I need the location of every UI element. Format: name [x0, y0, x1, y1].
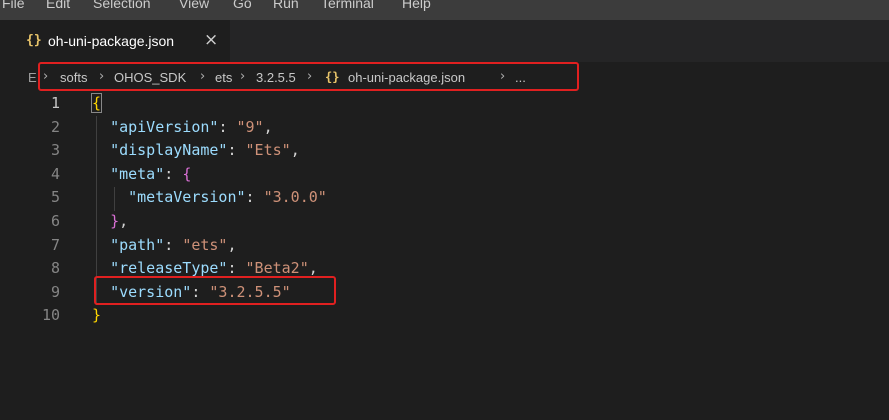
code-line[interactable]: "path": "ets",: [92, 234, 237, 258]
json-key: "metaVersion": [128, 188, 246, 207]
code-line[interactable]: "releaseType": "Beta2",: [92, 257, 318, 281]
json-braces-icon: {}: [26, 33, 42, 48]
json-bracket: {: [182, 164, 192, 183]
json-string-value: "ets": [182, 235, 228, 254]
json-punctuation: :: [227, 259, 246, 278]
json-key: "version": [110, 282, 192, 301]
chevron-right-icon: ›: [307, 69, 313, 84]
json-string-value: "9": [236, 117, 264, 136]
menu-selection[interactable]: Selection: [93, 0, 151, 13]
json-bracket: }: [92, 306, 102, 325]
line-number: 8: [50, 259, 60, 278]
json-braces-icon: {}: [325, 70, 340, 84]
line-number: 4: [50, 164, 60, 183]
line-number: 6: [50, 212, 60, 230]
tab-bar: {} oh-uni-package.json ×: [0, 20, 889, 62]
json-key: "meta": [110, 164, 165, 183]
menu-help[interactable]: Help: [402, 0, 431, 13]
breadcrumb-item-softs[interactable]: softs: [60, 70, 87, 86]
menu-bar: File Edit Selection View Go Run Terminal…: [0, 0, 889, 20]
menu-run[interactable]: Run: [273, 0, 299, 13]
code-line[interactable]: },: [92, 210, 128, 234]
line-number: 10: [41, 306, 60, 325]
chevron-right-icon: ›: [99, 69, 105, 84]
indent-guide: [96, 116, 97, 305]
breadcrumb-item-version[interactable]: 3.2.5.5: [256, 70, 296, 86]
code-line[interactable]: "meta": {: [92, 163, 191, 187]
json-punctuation: :: [218, 117, 237, 136]
breadcrumb-item-file[interactable]: oh-uni-package.json: [348, 70, 465, 86]
indent-guide: [114, 187, 115, 211]
line-number: 1: [50, 94, 60, 112]
json-key: "apiVersion": [110, 117, 219, 136]
breadcrumb-item-more[interactable]: ...: [515, 70, 526, 86]
json-string-value: "Ets": [245, 141, 291, 160]
line-number: 7: [50, 235, 60, 254]
close-icon[interactable]: ×: [204, 31, 218, 49]
json-punctuation: ,: [263, 117, 273, 136]
line-number: 9: [50, 282, 60, 301]
json-string-value: "3.0.0": [263, 188, 327, 207]
code-line[interactable]: "apiVersion": "9",: [92, 116, 273, 140]
code-line[interactable]: "version": "3.2.5.5": [92, 281, 291, 305]
line-number: 5: [50, 188, 60, 207]
json-punctuation: :: [191, 282, 210, 301]
code-line[interactable]: }: [92, 304, 101, 328]
breadcrumb-item-ohos-sdk[interactable]: OHOS_SDK: [114, 70, 186, 86]
code-line[interactable]: "displayName": "Ets",: [92, 139, 300, 163]
json-punctuation: ,: [227, 235, 237, 254]
chevron-right-icon: ›: [43, 69, 49, 84]
menu-file[interactable]: File: [2, 0, 25, 13]
json-punctuation: :: [245, 188, 264, 207]
json-string-value: "3.2.5.5": [209, 282, 291, 301]
code-editor[interactable]: 1 2 3 4 5 6 7 8 9 10 { "apiVersion": "9", "displa…: [0, 92, 889, 420]
json-punctuation: ,: [119, 212, 129, 230]
code-line[interactable]: {: [90, 92, 103, 116]
json-key: "releaseType": [110, 259, 228, 278]
menu-edit[interactable]: Edit: [46, 0, 70, 13]
json-punctuation: :: [164, 164, 183, 183]
json-bracket: }: [110, 212, 120, 230]
json-string-value: "Beta2": [245, 259, 309, 278]
line-number: 3: [50, 141, 60, 160]
json-punctuation: :: [164, 235, 183, 254]
breadcrumb-leading-fragment[interactable]: E: [28, 70, 37, 86]
json-bracket: {: [90, 93, 103, 113]
json-key: "displayName": [110, 141, 228, 160]
menu-go[interactable]: Go: [233, 0, 252, 13]
json-punctuation: :: [227, 141, 246, 160]
tab-label: oh-uni-package.json: [48, 33, 175, 49]
line-number: 2: [50, 117, 60, 136]
tab-oh-uni-package-json[interactable]: {} oh-uni-package.json ×: [0, 20, 230, 62]
json-key: "path": [110, 235, 165, 254]
breadcrumb: E › softs › OHOS_SDK › ets › 3.2.5.5 › {…: [0, 62, 889, 92]
menu-terminal[interactable]: Terminal: [321, 0, 374, 13]
json-punctuation: ,: [290, 141, 300, 160]
chevron-right-icon: ›: [240, 69, 246, 84]
chevron-right-icon: ›: [200, 69, 206, 84]
json-punctuation: ,: [308, 259, 318, 278]
menu-view[interactable]: View: [179, 0, 209, 13]
code-line[interactable]: "metaVersion": "3.0.0": [92, 186, 327, 210]
breadcrumb-item-ets[interactable]: ets: [215, 70, 232, 86]
chevron-right-icon: ›: [500, 69, 506, 84]
